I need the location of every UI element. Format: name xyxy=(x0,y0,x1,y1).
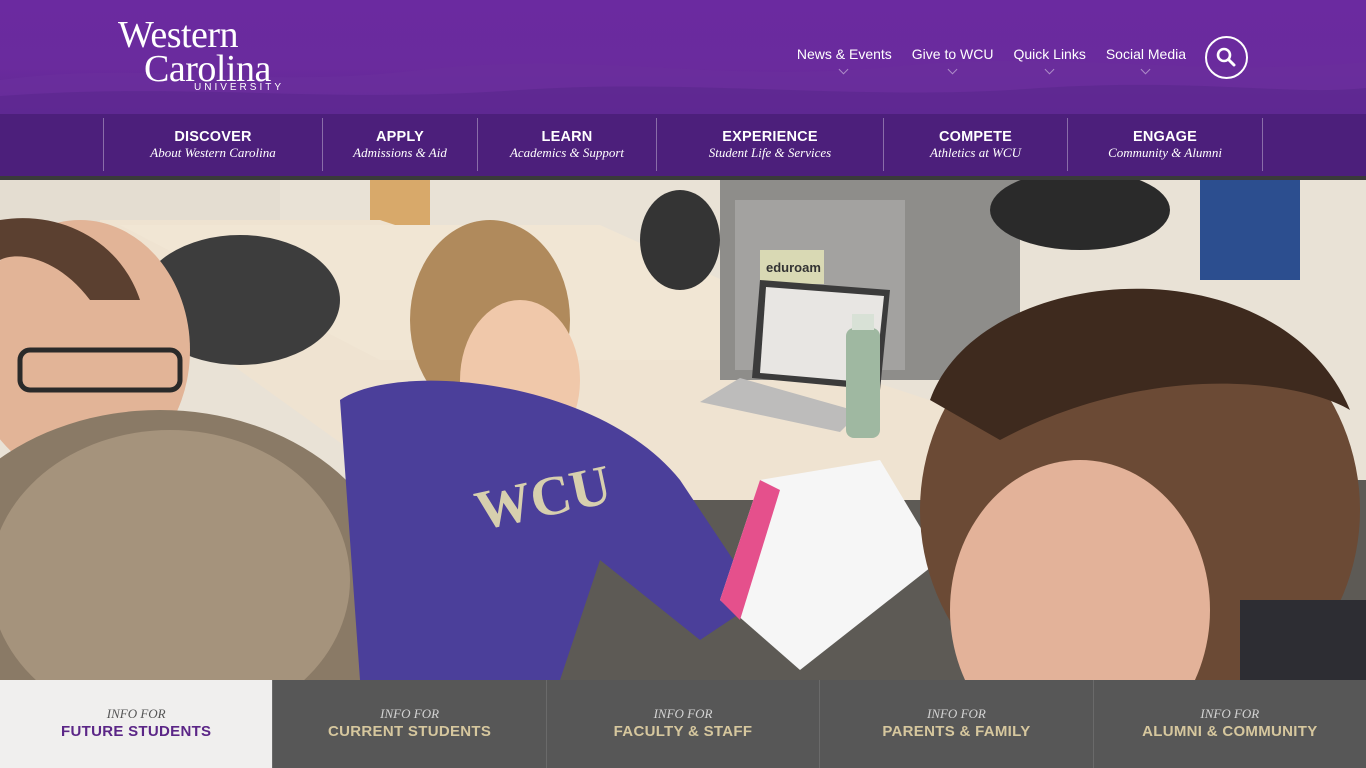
tab-faculty-staff[interactable]: INFO FOR FACULTY & STAFF xyxy=(545,680,820,768)
tab-parents-family[interactable]: INFO FOR PARENTS & FAMILY xyxy=(819,680,1093,768)
quick-links-label: Quick Links xyxy=(1013,46,1086,62)
tab-prefix: INFO FOR xyxy=(653,706,713,721)
tab-future-students[interactable]: INFO FOR FUTURE STUDENTS xyxy=(0,680,273,768)
tab-prefix: INFO FOR xyxy=(380,706,440,721)
tab-current-students[interactable]: INFO FOR CURRENT STUDENTS xyxy=(272,680,546,768)
nav-subtitle: Academics & Support xyxy=(509,145,625,160)
nav-title: DISCOVER xyxy=(174,129,252,145)
tab-alumni-community[interactable]: INFO FOR ALUMNI & COMMUNITY xyxy=(1092,680,1366,768)
nav-title: LEARN xyxy=(541,129,593,145)
give-label: Give to WCU xyxy=(911,46,994,62)
nav-apply[interactable]: APPLY Admissions & Aid xyxy=(322,118,477,171)
nav-subtitle: Community & Alumni xyxy=(1108,145,1222,160)
nav-title: APPLY xyxy=(375,129,424,145)
site-header: Western Carolina UNIVERSITY News & Event… xyxy=(0,0,1366,114)
tab-label: FACULTY & STAFF xyxy=(613,723,753,740)
nav-discover[interactable]: DISCOVER About Western Carolina xyxy=(103,118,322,171)
hero-photo: eduroam WCU xyxy=(0,180,1366,680)
nav-compete[interactable]: COMPETE Athletics at WCU xyxy=(883,118,1067,171)
logo-university: UNIVERSITY xyxy=(194,82,285,93)
wcu-logo[interactable]: Western Carolina UNIVERSITY xyxy=(114,16,304,100)
give-to-wcu-link[interactable]: Give to WCU xyxy=(911,46,994,75)
tab-prefix: INFO FOR xyxy=(106,706,166,721)
tab-label: CURRENT STUDENTS xyxy=(328,723,492,740)
audience-nav: INFO FOR FUTURE STUDENTS INFO FOR CURREN… xyxy=(0,680,1366,768)
nav-title: ENGAGE xyxy=(1132,129,1198,145)
social-media-link[interactable]: Social Media xyxy=(1105,46,1186,75)
nav-title: EXPERIENCE xyxy=(722,129,818,145)
tab-label: FUTURE STUDENTS xyxy=(61,723,212,740)
eduroam-sign: eduroam xyxy=(766,260,821,275)
main-nav: DISCOVER About Western Carolina APPLY Ad… xyxy=(0,114,1366,176)
tab-label: PARENTS & FAMILY xyxy=(882,723,1031,740)
search-icon xyxy=(1216,47,1236,67)
nav-subtitle: Admissions & Aid xyxy=(353,145,447,160)
nav-subtitle: Student Life & Services xyxy=(708,145,832,160)
news-events-label: News & Events xyxy=(796,46,892,62)
nav-subtitle: About Western Carolina xyxy=(150,145,276,160)
tab-prefix: INFO FOR xyxy=(1200,706,1260,721)
quick-links-link[interactable]: Quick Links xyxy=(1013,46,1086,75)
social-media-label: Social Media xyxy=(1105,46,1186,62)
nav-experience[interactable]: EXPERIENCE Student Life & Services xyxy=(656,118,883,171)
nav-learn[interactable]: LEARN Academics & Support xyxy=(477,118,656,171)
utility-nav: News & Events Give to WCU Quick Links So… xyxy=(796,46,1186,75)
news-events-link[interactable]: News & Events xyxy=(796,46,892,75)
nav-title: COMPETE xyxy=(938,129,1013,145)
nav-engage[interactable]: ENGAGE Community & Alumni xyxy=(1067,118,1263,171)
nav-subtitle: Athletics at WCU xyxy=(930,145,1021,160)
tab-label: ALUMNI & COMMUNITY xyxy=(1142,723,1318,740)
tab-prefix: INFO FOR xyxy=(926,706,986,721)
hero-illustration: eduroam WCU xyxy=(0,180,1366,680)
search-button[interactable] xyxy=(1205,36,1248,79)
